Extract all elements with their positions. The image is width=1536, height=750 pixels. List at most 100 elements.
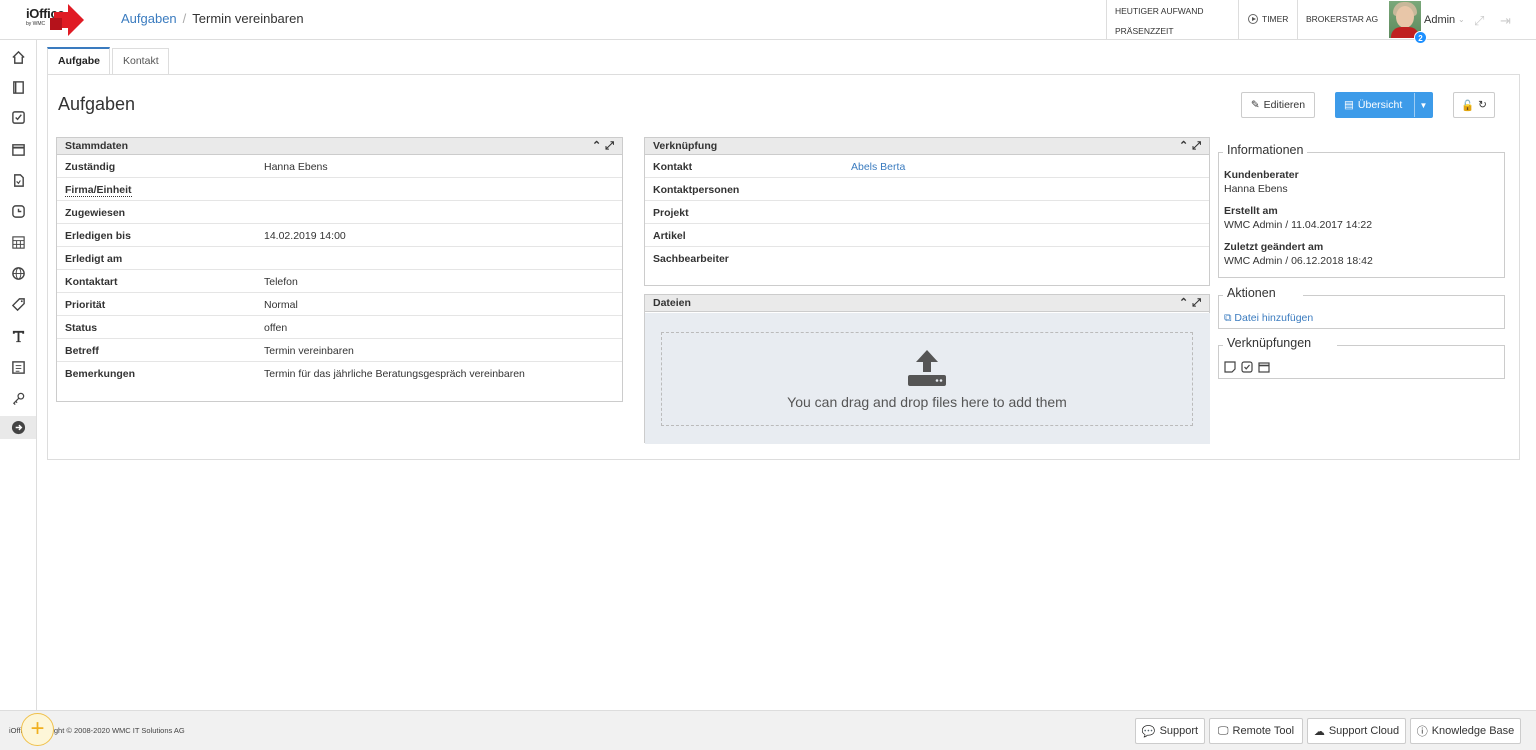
table-row: Kontakt Abels Berta: [645, 155, 1209, 178]
remote-tool-label: Remote Tool: [1232, 725, 1295, 737]
fullscreen-icon[interactable]: ⤢: [1474, 13, 1484, 29]
geaendert-value: WMC Admin / 06.12.2018 18:42: [1224, 255, 1373, 267]
text-icon: [12, 330, 24, 343]
timer-button[interactable]: TIMER: [1238, 0, 1296, 40]
dateien-title: Dateien: [653, 297, 691, 309]
checkbox-icon[interactable]: [1241, 361, 1253, 373]
info-icon: ⓘ: [1416, 726, 1428, 738]
copy-icon: ⧉: [1224, 312, 1232, 324]
breadcrumb-separator: /: [182, 11, 187, 26]
table-row: Status offen: [57, 316, 622, 339]
support-cloud-label: Support Cloud: [1328, 725, 1400, 737]
add-file-link[interactable]: ⧉ Datei hinzufügen: [1224, 312, 1313, 325]
logout-icon[interactable]: ⇥: [1500, 13, 1511, 29]
list-icon: ▤: [1344, 99, 1354, 111]
stammdaten-rows: Zuständig Hanna Ebens Firma/Einheit Zugew…: [57, 155, 622, 385]
row-key: Zugewiesen: [65, 207, 126, 219]
informationen-section: Informationen Kundenberater Hanna Ebens …: [1218, 143, 1505, 278]
verknuepfungen-section: Verknüpfungen: [1218, 336, 1505, 379]
aufwand-panel[interactable]: HEUTIGER AUFWAND PRÄSENZZEIT: [1106, 0, 1236, 40]
aktionen-title: Aktionen: [1223, 286, 1280, 300]
sidebar-item-time[interactable]: [0, 200, 36, 223]
collapse-expand-controls[interactable]: ⌃⤢: [1179, 295, 1205, 312]
tab-aufgabe[interactable]: Aufgabe: [47, 47, 110, 75]
knowledge-base-label: Knowledge Base: [1431, 725, 1515, 737]
checkbox-icon: [11, 111, 25, 124]
sidebar-item-tags[interactable]: [0, 293, 36, 316]
sidebar-item-text[interactable]: [0, 325, 36, 348]
form-icon: [11, 361, 25, 374]
support-cloud-button[interactable]: ☁ Support Cloud: [1307, 718, 1406, 744]
knowledge-base-button[interactable]: ⓘ Knowledge Base: [1410, 718, 1521, 744]
notification-badge[interactable]: 2: [1414, 31, 1427, 44]
user-menu[interactable]: Admin: [1424, 14, 1455, 26]
collapse-expand-controls[interactable]: ⌃⤢: [592, 138, 618, 155]
timer-label: TIMER: [1262, 14, 1289, 24]
sidebar-item-documents[interactable]: [0, 169, 36, 192]
table-row: Bemerkungen Termin für das jährliche Bera…: [57, 362, 622, 385]
footer: iOffice Copyright © 2008-2020 WMC IT Sol…: [0, 710, 1536, 750]
row-key[interactable]: Firma/Einheit: [65, 184, 132, 197]
file-dropzone[interactable]: You can drag and drop files here to add …: [661, 332, 1193, 426]
support-button[interactable]: 💬 Support: [1135, 718, 1205, 744]
edit-button[interactable]: ✎ Editieren: [1241, 92, 1315, 118]
overview-button-label: Übersicht: [1357, 99, 1403, 111]
verknuepfung-title: Verknüpfung: [653, 140, 718, 152]
verknuepfung-box: Verknüpfung ⌃⤢ Kontakt Abels Berta Kontak…: [644, 137, 1210, 286]
row-value: Hanna Ebens: [264, 161, 328, 173]
avatar-face: [1396, 6, 1414, 28]
breadcrumb-aufgaben-link[interactable]: Aufgaben: [121, 11, 177, 26]
contact-link[interactable]: Abels Berta: [851, 161, 905, 173]
key-icon: [12, 392, 24, 406]
sidebar-item-reports[interactable]: [0, 231, 36, 254]
table-row: Kontaktpersonen: [645, 178, 1209, 201]
page-title: Aufgaben: [58, 94, 136, 114]
sidebar-item-keys[interactable]: [0, 387, 36, 410]
sidebar-item-web[interactable]: [0, 262, 36, 285]
unlock-refresh-button[interactable]: 🔓 ↻: [1453, 92, 1495, 118]
chevron-down-icon[interactable]: ⌄: [1458, 15, 1465, 24]
sidebar-item-calendar[interactable]: [0, 138, 36, 161]
breadcrumb-current: Termin vereinbaren: [192, 11, 304, 26]
sidebar-item-home[interactable]: [0, 46, 36, 69]
row-key: Status: [65, 322, 98, 334]
sidebar-item-more[interactable]: [0, 416, 36, 439]
add-file-label: Datei hinzufügen: [1234, 312, 1314, 324]
table-row: Kontaktart Telefon: [57, 270, 622, 293]
company-selector[interactable]: BROKERSTAR AG: [1297, 0, 1387, 40]
tab-kontakt[interactable]: Kontakt: [112, 48, 169, 75]
row-value: Termin vereinbaren: [264, 345, 354, 357]
row-value: Telefon: [264, 276, 298, 288]
calendar-icon[interactable]: [1258, 361, 1270, 373]
row-value: Normal: [264, 299, 298, 311]
divider: [1303, 295, 1504, 296]
sidebar-item-notes[interactable]: [0, 76, 36, 99]
logo-subtext: by WMC: [26, 21, 46, 27]
note-icon[interactable]: [1224, 361, 1236, 373]
kundenberater-value: Hanna Ebens: [1224, 183, 1288, 195]
chevron-down-icon[interactable]: ▼: [1414, 93, 1432, 117]
collapse-expand-controls[interactable]: ⌃⤢: [1179, 138, 1205, 155]
overview-button[interactable]: ▤ Übersicht ▼: [1335, 92, 1433, 118]
sidebar-item-forms[interactable]: [0, 356, 36, 379]
add-fab-button[interactable]: +: [21, 713, 54, 746]
play-icon: [1248, 14, 1258, 24]
calendar-icon: [11, 144, 25, 156]
row-key: Zuständig: [65, 161, 116, 173]
erstellt-label: Erstellt am: [1224, 205, 1278, 217]
row-value: 14.02.2019 14:00: [264, 230, 346, 242]
note-icon: [12, 81, 24, 94]
app-logo[interactable]: iOffice by WMC: [12, 4, 87, 36]
left-sidebar: [0, 40, 37, 710]
table-row: Sachbearbeiter: [645, 247, 1209, 270]
table-row: Priorität Normal: [57, 293, 622, 316]
home-icon: [11, 50, 25, 64]
sidebar-item-tasks[interactable]: [0, 106, 36, 129]
company-name: BROKERSTAR AG: [1306, 14, 1379, 24]
dateien-box: Dateien ⌃⤢ You can drag and drop files h…: [644, 294, 1210, 444]
divider: [1337, 345, 1504, 346]
dropzone-area: You can drag and drop files here to add …: [645, 313, 1210, 444]
remote-tool-button[interactable]: 🖵 Remote Tool: [1209, 718, 1303, 744]
geaendert-label: Zuletzt geändert am: [1224, 241, 1324, 253]
aktionen-section: Aktionen ⧉ Datei hinzufügen: [1218, 286, 1505, 329]
